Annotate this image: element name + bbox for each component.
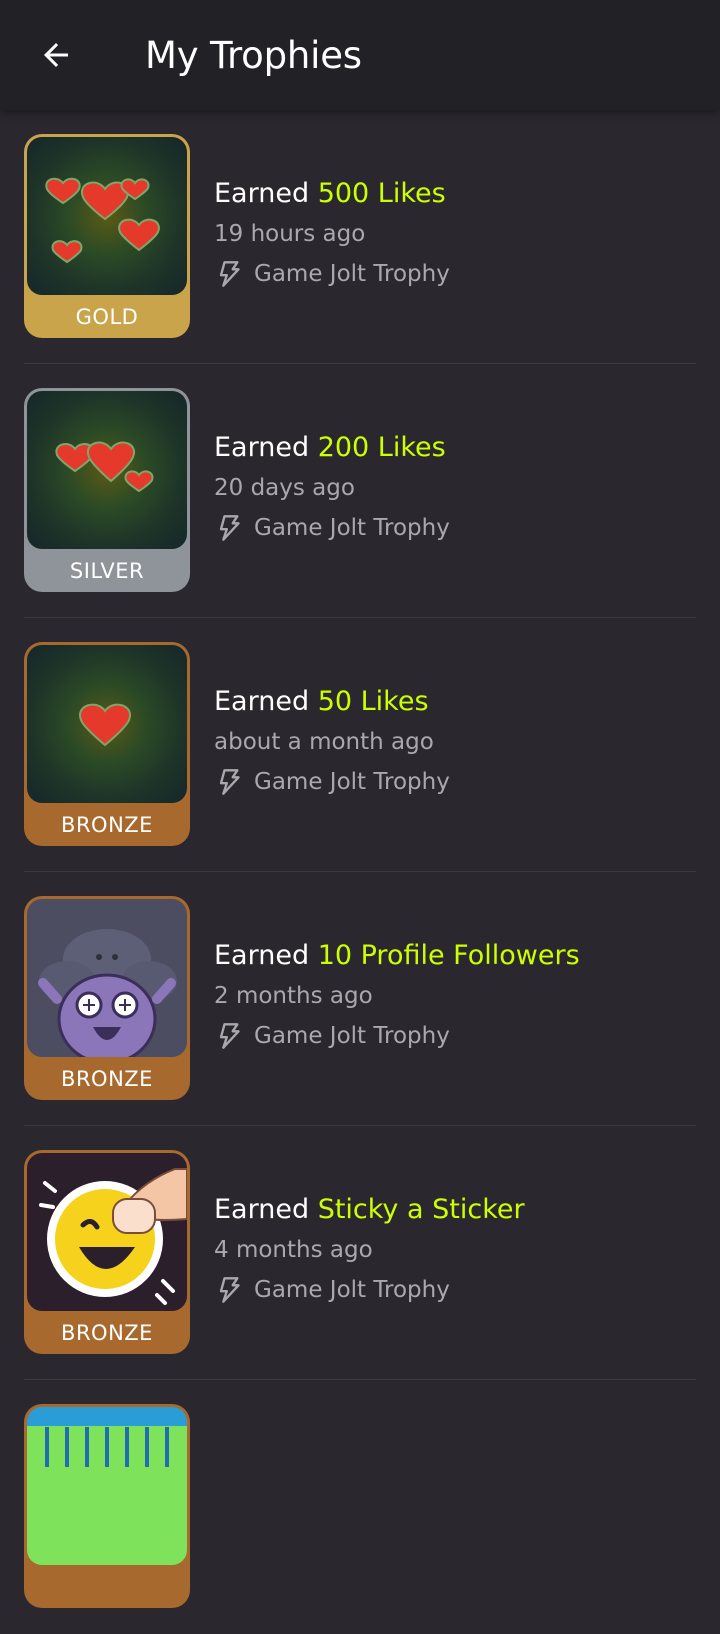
trophy-source-label: Game Jolt Trophy (254, 261, 450, 287)
trophy-name[interactable]: 50 Likes (318, 686, 429, 717)
trophy-badge-gold: GOLD (24, 134, 190, 338)
game-jolt-bolt-icon (219, 261, 240, 287)
trophy-row[interactable]: GOLD Earned 500 Likes 19 hours ago Game … (0, 110, 720, 364)
trophy-source: Game Jolt Trophy (214, 514, 450, 542)
earned-prefix: Earned (214, 686, 310, 717)
arrow-left-icon (44, 43, 68, 67)
earned-prefix: Earned (214, 1194, 310, 1225)
trophy-title: Earned 200 Likes (214, 428, 450, 468)
back-button[interactable] (24, 25, 88, 85)
sticker-emoji-icon (27, 1153, 187, 1311)
game-jolt-bolt-icon (219, 1277, 240, 1303)
trophy-time: 2 months ago (214, 983, 373, 1009)
trophy-name[interactable]: 200 Likes (318, 432, 446, 463)
trophy-source: Game Jolt Trophy (214, 260, 450, 288)
tier-label: SILVER (69, 559, 145, 583)
trophy-time: 4 months ago (214, 1237, 373, 1263)
page-title: My Trophies (145, 34, 362, 77)
trophy-row[interactable]: BRONZE Earned Sticky a Sticker 4 months … (0, 1126, 720, 1380)
trophy-title: Earned 500 Likes (214, 174, 450, 214)
trophy-source-label: Game Jolt Trophy (254, 1023, 450, 1049)
tier-label: BRONZE (61, 1321, 153, 1345)
trophy-source: Game Jolt Trophy (214, 1022, 580, 1050)
earned-prefix: Earned (214, 940, 310, 971)
trophy-time: 19 hours ago (214, 221, 366, 247)
heart-icon (27, 645, 187, 803)
trophy-source: Game Jolt Trophy (214, 768, 450, 796)
tier-label: GOLD (75, 305, 139, 329)
trophy-source-label: Game Jolt Trophy (254, 515, 450, 541)
trophy-badge-silver: SILVER (24, 388, 190, 592)
trophy-name[interactable]: 500 Likes (318, 178, 446, 209)
trophy-title: Earned Sticky a Sticker (214, 1190, 525, 1230)
trophy-badge-bronze (24, 1404, 190, 1608)
trophy-info: Earned 10 Profile Followers 2 months ago… (214, 936, 580, 1050)
trophy-list: GOLD Earned 500 Likes 19 hours ago Game … (0, 110, 720, 1634)
tier-label: BRONZE (61, 813, 153, 837)
trophy-info: Earned 50 Likes about a month ago Game J… (214, 682, 450, 796)
followers-blob-icon (27, 899, 187, 1057)
trophy-title: Earned 50 Likes (214, 682, 450, 722)
game-jolt-bolt-icon (219, 515, 240, 541)
game-jolt-bolt-icon (219, 1023, 240, 1049)
game-jolt-bolt-icon (219, 769, 240, 795)
trophy-info: Earned 500 Likes 19 hours ago Game Jolt … (214, 174, 450, 288)
trophy-source-label: Game Jolt Trophy (254, 769, 450, 795)
hearts-cluster-icon (27, 137, 187, 295)
trophy-source-label: Game Jolt Trophy (254, 1277, 450, 1303)
hearts-pair-icon (27, 391, 187, 549)
trophy-name[interactable]: Sticky a Sticker (318, 1194, 525, 1225)
trophy-title: Earned 10 Profile Followers (214, 936, 580, 976)
trophy-badge-bronze: BRONZE (24, 642, 190, 846)
earned-prefix: Earned (214, 178, 310, 209)
trophy-art-partial (27, 1407, 187, 1565)
trophy-info: Earned Sticky a Sticker 4 months ago Gam… (214, 1190, 525, 1304)
trophy-time: 20 days ago (214, 475, 355, 501)
trophy-badge-bronze: BRONZE (24, 896, 190, 1100)
trophy-row[interactable]: SILVER Earned 200 Likes 20 days ago Game… (0, 364, 720, 618)
trophy-time: about a month ago (214, 729, 434, 755)
trophy-row-partial[interactable] (0, 1380, 720, 1634)
trophy-badge-bronze: BRONZE (24, 1150, 190, 1354)
app-bar: My Trophies (0, 0, 720, 110)
trophy-row[interactable]: BRONZE Earned 50 Likes about a month ago… (0, 618, 720, 872)
trophy-name[interactable]: 10 Profile Followers (318, 940, 580, 971)
trophy-info: Earned 200 Likes 20 days ago Game Jolt T… (214, 428, 450, 542)
tier-label: BRONZE (61, 1067, 153, 1091)
trophy-row[interactable]: BRONZE Earned 10 Profile Followers 2 mon… (0, 872, 720, 1126)
trophy-source: Game Jolt Trophy (214, 1276, 525, 1304)
earned-prefix: Earned (214, 432, 310, 463)
